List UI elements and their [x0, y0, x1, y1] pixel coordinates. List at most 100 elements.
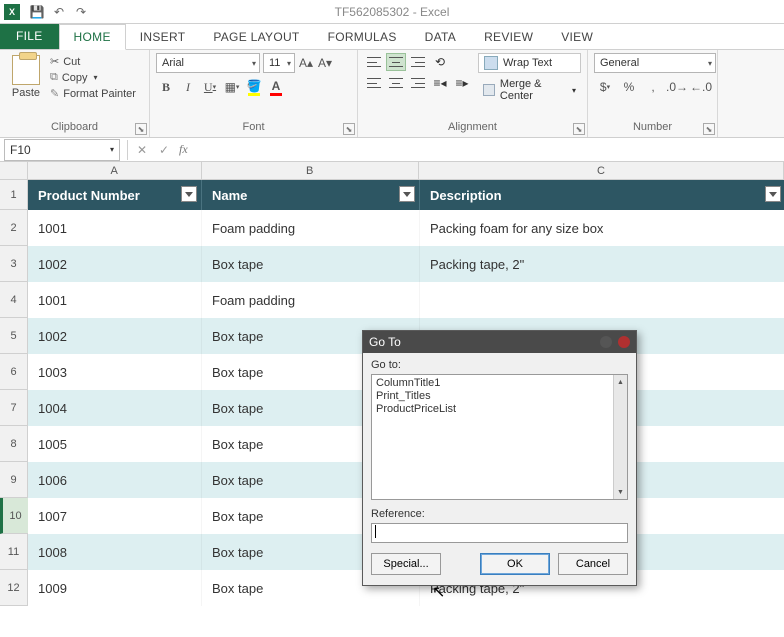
wrap-text-button[interactable]: Wrap Text [478, 53, 581, 73]
percent-format-button[interactable]: % [618, 77, 640, 97]
tab-file[interactable]: FILE [0, 23, 59, 49]
row-header-3[interactable]: 3 [0, 246, 27, 282]
goto-listbox[interactable]: ColumnTitle1 Print_Titles ProductPriceLi… [371, 374, 628, 500]
comma-format-button[interactable]: , [642, 77, 664, 97]
font-launcher[interactable]: ⬊ [343, 123, 355, 135]
reference-input[interactable] [371, 523, 628, 543]
align-middle-button[interactable] [386, 53, 406, 71]
border-button[interactable]: ▦▾ [222, 77, 242, 97]
row-header-11[interactable]: 11 [0, 534, 27, 570]
number-launcher[interactable]: ⬊ [703, 123, 715, 135]
cell[interactable]: 1004 [28, 390, 202, 426]
cell[interactable]: 1001 [28, 282, 202, 318]
scroll-down-icon[interactable]: ▼ [614, 485, 627, 499]
merge-center-button[interactable]: Merge & Center▾ [478, 76, 581, 104]
row-header-8[interactable]: 8 [0, 426, 27, 462]
scrollbar[interactable]: ▲▼ [613, 375, 627, 499]
save-icon[interactable]: 💾 [28, 3, 46, 21]
select-all-corner[interactable] [0, 162, 28, 179]
row-header-10[interactable]: 10 [0, 498, 28, 534]
bold-button[interactable]: B [156, 77, 176, 97]
cancel-button[interactable]: Cancel [558, 553, 628, 575]
row-header-5[interactable]: 5 [0, 318, 27, 354]
align-right-button[interactable] [408, 74, 428, 92]
column-header-a[interactable]: A [28, 162, 202, 179]
clipboard-launcher[interactable]: ⬊ [135, 123, 147, 135]
column-header-c[interactable]: C [419, 162, 784, 179]
accounting-format-button[interactable]: $▾ [594, 77, 616, 97]
cell[interactable]: 1001 [28, 210, 202, 246]
tab-insert[interactable]: INSERT [126, 25, 200, 49]
dialog-help-icon[interactable] [600, 336, 612, 348]
list-item[interactable]: ColumnTitle1 [376, 377, 613, 390]
redo-icon[interactable]: ↷ [72, 3, 90, 21]
cell[interactable] [420, 282, 784, 318]
cell[interactable]: 1006 [28, 462, 202, 498]
tab-page-layout[interactable]: PAGE LAYOUT [199, 25, 313, 49]
cut-button[interactable]: ✂Cut [50, 55, 136, 68]
fx-icon[interactable]: fx [179, 142, 188, 157]
number-format-combo[interactable]: General▾ [594, 53, 716, 73]
tab-view[interactable]: VIEW [547, 25, 607, 49]
align-bottom-button[interactable] [408, 53, 428, 71]
font-size-combo[interactable]: 11▾ [263, 53, 295, 73]
dialog-titlebar[interactable]: Go To [363, 331, 636, 353]
copy-button[interactable]: ⧉Copy▾ [50, 71, 136, 84]
italic-button[interactable]: I [178, 77, 198, 97]
filter-icon[interactable] [765, 186, 781, 202]
align-left-button[interactable] [364, 74, 384, 92]
tab-review[interactable]: REVIEW [470, 25, 547, 49]
tab-formulas[interactable]: FORMULAS [314, 25, 411, 49]
cancel-formula-icon[interactable]: ✕ [131, 140, 153, 160]
underline-button[interactable]: U▾ [200, 77, 220, 97]
cell[interactable]: 1003 [28, 354, 202, 390]
font-color-button[interactable]: A [266, 77, 286, 97]
decrease-indent-button[interactable]: ≡◂ [430, 74, 450, 92]
ok-button[interactable]: OK [480, 553, 550, 575]
cell[interactable]: 1007 [28, 498, 202, 534]
format-painter-button[interactable]: ✎Format Painter [50, 87, 136, 100]
paste-button[interactable]: Paste [6, 53, 46, 99]
cell[interactable]: Foam padding [202, 282, 420, 318]
list-item[interactable]: Print_Titles [376, 390, 613, 403]
cell[interactable]: 1002 [28, 246, 202, 282]
row-header-6[interactable]: 6 [0, 354, 27, 390]
special-button[interactable]: Special... [371, 553, 441, 575]
alignment-launcher[interactable]: ⬊ [573, 123, 585, 135]
undo-icon[interactable]: ↶ [50, 3, 68, 21]
enter-formula-icon[interactable]: ✓ [153, 140, 175, 160]
cell[interactable]: Box tape [202, 246, 420, 282]
column-header-b[interactable]: B [202, 162, 419, 179]
table-header-name[interactable]: Name [202, 180, 420, 210]
increase-font-icon[interactable]: A▴ [298, 53, 314, 73]
table-header-product-number[interactable]: Product Number [28, 180, 202, 210]
cell[interactable]: 1009 [28, 570, 202, 606]
filter-icon[interactable] [181, 186, 197, 202]
cell[interactable]: Foam padding [202, 210, 420, 246]
cell[interactable]: Packing tape, 2" [420, 246, 784, 282]
row-header-1[interactable]: 1 [0, 180, 27, 210]
list-item[interactable]: ProductPriceList [376, 403, 613, 416]
row-header-4[interactable]: 4 [0, 282, 27, 318]
close-icon[interactable] [618, 336, 630, 348]
align-top-button[interactable] [364, 53, 384, 71]
cell[interactable]: 1008 [28, 534, 202, 570]
row-header-9[interactable]: 9 [0, 462, 27, 498]
fill-color-button[interactable]: 🪣 [244, 77, 264, 97]
cell[interactable]: 1005 [28, 426, 202, 462]
cell[interactable]: Packing foam for any size box [420, 210, 784, 246]
font-name-combo[interactable]: Arial▾ [156, 53, 260, 73]
increase-indent-button[interactable]: ≡▸ [452, 74, 472, 92]
decrease-decimal-button[interactable]: ←.0 [690, 77, 712, 97]
formula-input[interactable] [192, 140, 784, 160]
filter-icon[interactable] [399, 186, 415, 202]
decrease-font-icon[interactable]: A▾ [317, 53, 333, 73]
tab-home[interactable]: HOME [59, 24, 126, 50]
align-center-button[interactable] [386, 74, 406, 92]
tab-data[interactable]: DATA [411, 25, 470, 49]
row-header-7[interactable]: 7 [0, 390, 27, 426]
name-box[interactable]: F10▾ [4, 139, 120, 161]
orientation-button[interactable]: ⟲ [430, 53, 450, 71]
table-header-description[interactable]: Description [420, 180, 784, 210]
increase-decimal-button[interactable]: .0→ [666, 77, 688, 97]
